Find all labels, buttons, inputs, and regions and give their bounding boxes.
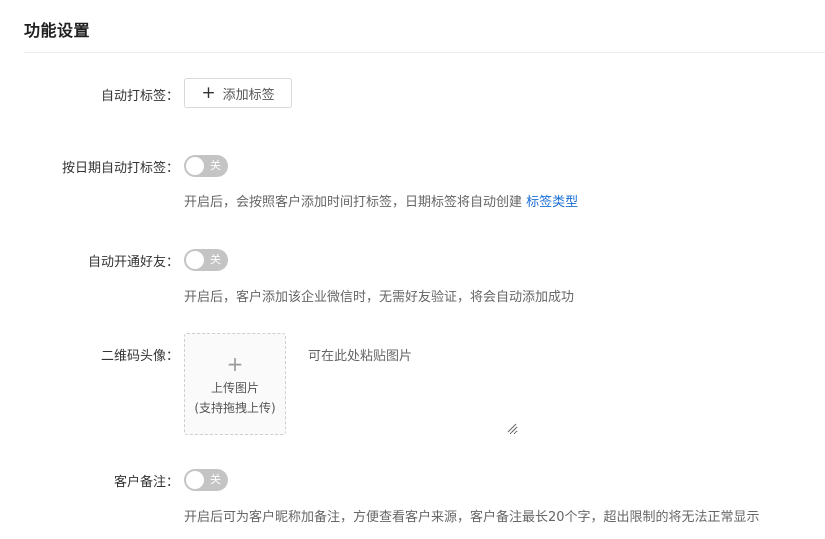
date-tag-desc-text: 开启后，会按照客户添加时间打标签，日期标签将自动创建 — [184, 195, 523, 210]
customer-note-toggle[interactable]: 关 — [184, 469, 228, 491]
customer-note-label: 客户备注： — [113, 475, 179, 490]
upload-plus-icon: + — [226, 352, 244, 376]
auto-tag-label: 自动打标签： — [100, 89, 179, 104]
add-tag-button[interactable]: + 添加标签 — [184, 78, 292, 108]
qr-avatar-label: 二维码头像： — [100, 349, 179, 364]
add-tag-button-label: 添加标签 — [222, 87, 275, 103]
resize-grip-icon[interactable] — [507, 423, 517, 433]
toggle-off-text: 关 — [210, 253, 221, 266]
auto-friend-toggle[interactable]: 关 — [184, 249, 228, 271]
toggle-off-text: 关 — [210, 473, 221, 486]
tag-type-link[interactable]: 标签类型 — [526, 195, 578, 210]
divider — [24, 52, 825, 53]
toggle-knob — [186, 157, 204, 175]
toggle-off-text: 关 — [210, 159, 221, 172]
date-tag-toggle[interactable]: 关 — [184, 155, 228, 177]
date-tag-label: 按日期自动打标签： — [61, 161, 179, 176]
date-tag-description: 开启后，会按照客户添加时间打标签，日期标签将自动创建 标签类型 — [184, 191, 578, 210]
section-title: 功能设置 — [24, 21, 91, 40]
auto-friend-label: 自动开通好友： — [87, 255, 179, 270]
upload-hint: (支持拖拽上传) — [194, 401, 276, 415]
customer-note-description: 开启后可为客户昵称加备注，方便查看客户来源，客户备注最长20个字，超出限制的将无… — [184, 510, 760, 525]
upload-label: 上传图片 — [210, 381, 259, 395]
plus-icon: + — [201, 82, 216, 103]
paste-image-area[interactable] — [300, 337, 518, 435]
auto-friend-description: 开启后，客户添加该企业微信时，无需好友验证，将会自动添加成功 — [184, 290, 575, 305]
toggle-knob — [186, 471, 204, 489]
image-uploader[interactable]: + 上传图片 (支持拖拽上传) — [184, 333, 286, 435]
toggle-knob — [186, 251, 204, 269]
